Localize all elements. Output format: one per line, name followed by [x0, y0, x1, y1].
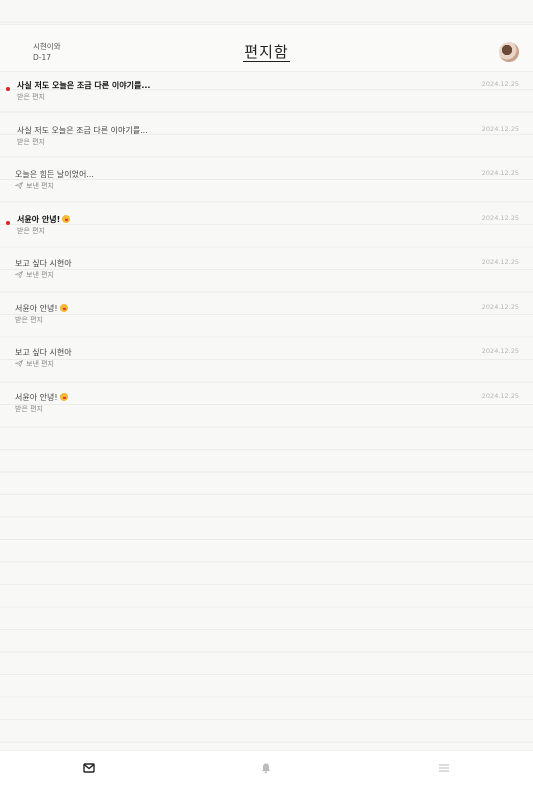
letter-subject-text: 서윤아 안녕!	[15, 392, 58, 402]
letter-type: 보낸 편지	[15, 270, 54, 280]
avatar[interactable]	[499, 42, 519, 62]
letter-subject-text: 보고 싶다 시현아	[15, 259, 72, 268]
winking-face-with-tongue-icon	[62, 214, 71, 223]
letter-row[interactable]: 서윤아 안녕! 받은 편지 2024.12.25	[0, 383, 533, 428]
letter-row[interactable]: 서윤아 안녕! 받은 편지 2024.12.25	[0, 294, 533, 339]
letter-date: 2024.12.25	[481, 302, 519, 311]
letter-row[interactable]: 보고 싶다 시현아보낸 편지 2024.12.25	[0, 249, 533, 294]
letter-subject: 서윤아 안녕!	[15, 303, 68, 314]
letter-row[interactable]: 오늘은 힘든 날이었어... 보낸 편지 2024.12.25	[0, 160, 533, 205]
tab-mailbox[interactable]	[83, 759, 95, 773]
letter-type-text: 받은 편지	[15, 315, 43, 324]
letter-type-text: 받은 편지	[15, 404, 43, 413]
letter-date: 2024.12.25	[481, 258, 519, 266]
letter-type: 받은 편지	[17, 92, 45, 102]
hamburger-menu-icon	[439, 764, 449, 772]
letter-subject: 사실 저도 오늘은 조금 다른 이야기를...	[17, 80, 150, 91]
letter-type: 받은 편지	[15, 315, 43, 325]
letter-subject-text: 오늘은 힘든 날이었어...	[15, 170, 94, 179]
paper-plane-icon	[15, 271, 23, 278]
tab-menu[interactable]	[438, 759, 450, 772]
page-title-text: 편지함	[243, 43, 290, 62]
letter-list: 사실 저도 오늘은 조금 다른 이야기를... 받은 편지 2024.12.25 사실…	[0, 71, 533, 427]
letter-type: 보낸 편지	[15, 181, 54, 191]
letter-date: 2024.12.25	[481, 80, 519, 88]
letter-type-text: 받은 편지	[17, 93, 45, 101]
letter-subject-text: 보고 싶다 시현아	[15, 348, 72, 357]
letter-type-text: 보낸 편지	[26, 271, 54, 279]
bottom-tab-bar	[0, 750, 533, 801]
letter-type: 받은 편지	[15, 404, 43, 414]
letter-date: 2024.12.25	[481, 347, 519, 355]
letter-type-text: 보낸 편지	[26, 360, 54, 368]
letter-date: 2024.12.25	[481, 391, 519, 400]
letter-subject-text: 서윤아 안녕!	[15, 303, 58, 313]
letter-type: 받은 편지	[17, 137, 45, 147]
tab-notifications[interactable]	[260, 759, 272, 774]
letter-type: 보낸 편지	[15, 359, 54, 369]
letter-subject-text: 사실 저도 오늘은 조금 다른 이야기를...	[17, 125, 148, 135]
letter-row[interactable]: 보고 싶다 시현아보낸 편지 2024.12.25	[0, 338, 533, 383]
letter-type: 받은 편지	[17, 226, 45, 236]
envelope-icon	[83, 763, 95, 773]
letter-type-text: 받은 편지	[17, 137, 45, 146]
letter-subject-text: 사실 저도 오늘은 조금 다른 이야기를...	[17, 81, 151, 90]
letter-subject: 서윤아 안녕!	[17, 214, 71, 225]
page-title: 편지함	[0, 41, 533, 62]
paper-plane-icon	[15, 182, 23, 189]
letter-subject: 서윤아 안녕!	[15, 392, 68, 403]
letter-type-text: 보낸 편지	[26, 182, 54, 190]
letter-subject: 보고 싶다 시현아	[15, 347, 72, 358]
unread-dot	[6, 87, 10, 91]
letter-type-text: 받은 편지	[17, 226, 45, 235]
bell-icon	[262, 763, 270, 774]
top-header: 시현이와 D-17 편지함	[0, 24, 533, 72]
letter-subject: 보고 싶다 시현아	[15, 258, 72, 269]
letter-row[interactable]: 서윤아 안녕! 받은 편지 2024.12.25	[0, 205, 533, 250]
letter-row[interactable]: 사실 저도 오늘은 조금 다른 이야기를... 받은 편지 2024.12.25	[0, 71, 533, 116]
letter-date: 2024.12.25	[481, 169, 519, 177]
winking-face-with-tongue-icon	[59, 392, 68, 401]
letter-subject: 사실 저도 오늘은 조금 다른 이야기를...	[17, 125, 148, 136]
letter-date: 2024.12.25	[481, 124, 519, 133]
letter-subject-text: 서윤아 안녕!	[17, 214, 61, 224]
letter-date: 2024.12.25	[481, 213, 519, 222]
paper-plane-icon	[15, 360, 23, 367]
unread-dot	[6, 220, 10, 225]
letter-subject: 오늘은 힘든 날이었어...	[15, 169, 94, 180]
winking-face-with-tongue-icon	[59, 303, 68, 312]
letter-row[interactable]: 사실 저도 오늘은 조금 다른 이야기를... 받은 편지 2024.12.25	[0, 116, 533, 161]
